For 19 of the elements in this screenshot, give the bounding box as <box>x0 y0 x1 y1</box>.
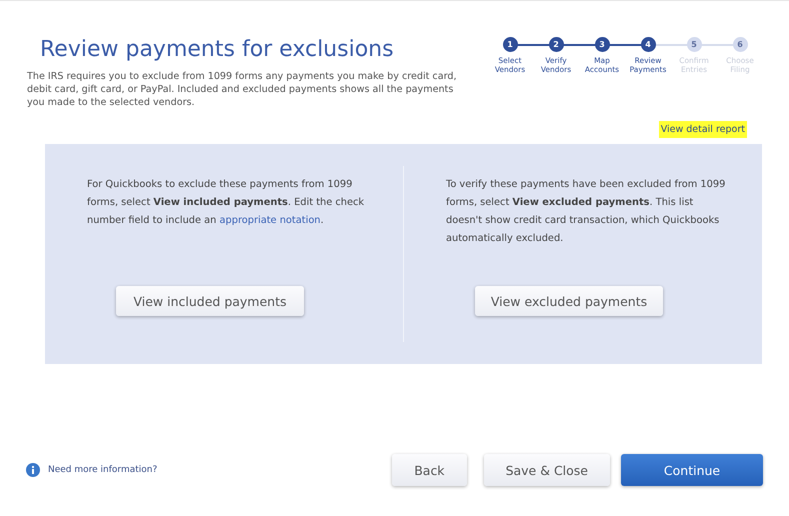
view-payments-button[interactable]: View included payments <box>116 286 304 316</box>
step-number: 4 <box>640 37 656 52</box>
step-number: 3 <box>594 37 610 52</box>
step-number: 2 <box>548 37 564 52</box>
help-link[interactable]: Need more information? <box>48 465 158 475</box>
intro-text: The IRS requires you to exclude from 1099 forms any payments you make by credit card, debit card, gift card, or PayPal. Included and excluded payments shows all the payments you made to the selected vendors. <box>27 70 458 109</box>
page-title: Review payments for exclusions <box>40 37 395 62</box>
footer-button[interactable]: Save & Close <box>484 454 610 486</box>
panel-text: For Quickbooks to exclude these payments from 1099 forms, select View included payments. Edit the check number field to include an appropriate notation. <box>87 178 366 228</box>
step-number: 6 <box>732 37 748 52</box>
view-payments-button[interactable]: View excluded payments <box>475 286 663 316</box>
panel-text: To verify these payments have been excluded from 1099 forms, select View excluded payments. This list doesn't show credit card transaction, which Quickbooks automatically excluded. <box>446 178 726 246</box>
step-number: 1 <box>502 37 518 52</box>
primary-button[interactable]: Continue <box>621 454 763 486</box>
detail-report-link[interactable]: View detail report <box>658 121 747 138</box>
info-icon[interactable] <box>26 463 40 477</box>
notation-link[interactable]: appropriate notation <box>220 215 321 226</box>
footer-button[interactable]: Back <box>392 454 467 486</box>
step-number: 5 <box>686 37 702 52</box>
